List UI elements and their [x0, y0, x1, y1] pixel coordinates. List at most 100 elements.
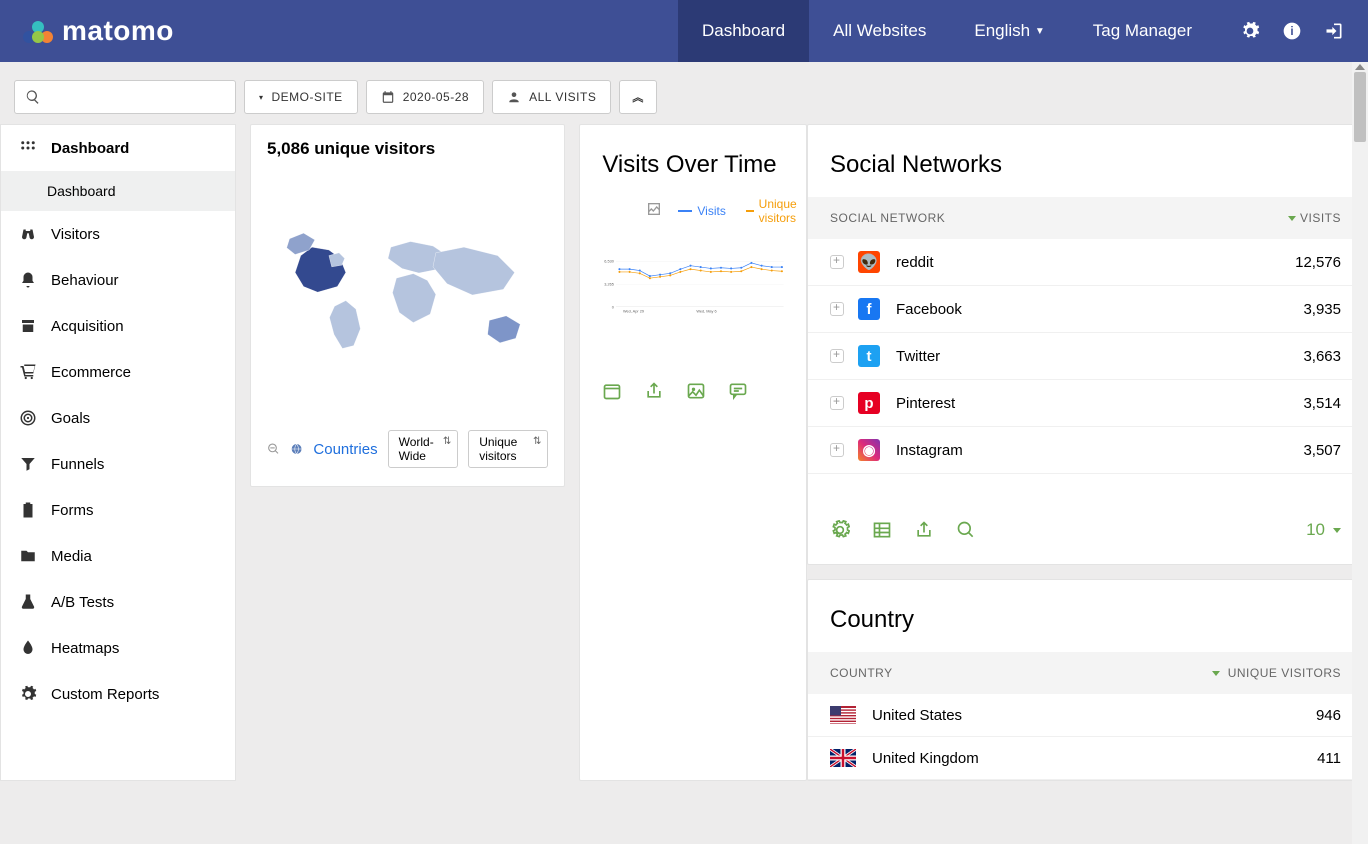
sidebar-label: Acquisition	[51, 318, 124, 335]
gear-icon[interactable]	[830, 520, 850, 540]
table-row[interactable]: United Kingdom411	[808, 737, 1363, 780]
countries-link[interactable]: Countries	[313, 441, 377, 458]
legend-unique: Unique visitors	[746, 197, 803, 225]
sidebar-item-abtests[interactable]: A/B Tests	[1, 579, 235, 625]
search-input[interactable]	[14, 80, 236, 114]
chart-config-icon[interactable]	[646, 201, 662, 217]
country-widget: Country COUNTRY UNIQUE VISITORS United S…	[807, 579, 1364, 781]
nav-language[interactable]: English ▼	[950, 0, 1068, 62]
visits-chart-title: Visits Over Time	[602, 151, 784, 179]
table-row[interactable]: fFacebook3,935	[808, 286, 1363, 333]
col-visits[interactable]: VISITS	[1288, 211, 1341, 225]
svg-text:Wed, Apr 29: Wed, Apr 29	[623, 310, 644, 314]
folder-icon	[19, 547, 37, 565]
table-row[interactable]: ◉Instagram3,507	[808, 427, 1363, 474]
expand-icon[interactable]	[830, 302, 844, 316]
map-widget: 5,086 unique visitors	[250, 124, 565, 487]
sidebar-sub-dashboard[interactable]: Dashboard	[1, 171, 235, 211]
row-value: 3,507	[1303, 442, 1341, 459]
segment-selector[interactable]: ALL VISITS	[492, 80, 611, 114]
metric-select[interactable]: Unique visitors	[468, 430, 548, 468]
main-layout: Dashboard Dashboard Visitors Behaviour A…	[0, 124, 1368, 781]
expand-icon[interactable]	[830, 349, 844, 363]
col-country[interactable]: COUNTRY	[830, 666, 893, 680]
sidebar-item-forms[interactable]: Forms	[1, 487, 235, 533]
expand-icon[interactable]	[830, 396, 844, 410]
clipboard-icon	[19, 501, 37, 519]
export-icon[interactable]	[644, 381, 664, 401]
site-selector[interactable]: ▾DEMO-SITE	[244, 80, 358, 114]
rows-per-page[interactable]: 10	[1306, 520, 1341, 540]
brand-logo[interactable]: matomo	[22, 15, 174, 47]
logout-icon[interactable]	[1324, 21, 1344, 41]
scrollbar[interactable]	[1352, 62, 1368, 844]
sidebar-item-acquisition[interactable]: Acquisition	[1, 303, 235, 349]
scroll-thumb[interactable]	[1354, 72, 1366, 142]
sidebar-label: Funnels	[51, 456, 104, 473]
map-footer: Countries World-Wide Unique visitors	[267, 430, 548, 468]
map-title: 5,086 unique visitors	[267, 139, 548, 159]
search-icon[interactable]	[956, 520, 976, 540]
sidebar-item-behaviour[interactable]: Behaviour	[1, 257, 235, 303]
annotation-icon[interactable]	[728, 381, 748, 401]
globe-icon[interactable]	[290, 440, 303, 458]
svg-text:0: 0	[612, 305, 614, 309]
date-selector[interactable]: 2020-05-28	[366, 80, 484, 114]
row-value: 12,576	[1295, 254, 1341, 271]
sidebar-item-dashboard[interactable]: Dashboard	[1, 125, 235, 171]
sidebar-item-goals[interactable]: Goals	[1, 395, 235, 441]
flag-icon	[830, 749, 856, 767]
export-icon[interactable]	[914, 520, 934, 540]
col-unique-visitors[interactable]: UNIQUE VISITORS	[1212, 666, 1341, 680]
table-icon[interactable]	[872, 520, 892, 540]
calendar-icon	[381, 90, 395, 104]
drop-icon	[19, 639, 37, 657]
beaker-icon	[19, 593, 37, 611]
nav-tag-manager[interactable]: Tag Manager	[1069, 0, 1216, 62]
sidebar-item-customreports[interactable]: Custom Reports	[1, 671, 235, 717]
sidebar-label: Media	[51, 548, 92, 565]
chevron-up-icon: ︽	[632, 89, 644, 105]
funnel-icon	[19, 455, 37, 473]
sidebar-label: Dashboard	[51, 140, 129, 157]
table-row[interactable]: 👽reddit12,576	[808, 239, 1363, 286]
sidebar-label: Goals	[51, 410, 90, 427]
row-value: 3,935	[1303, 301, 1341, 318]
caret-icon: ▾	[259, 93, 264, 102]
sidebar-item-visitors[interactable]: Visitors	[1, 211, 235, 257]
table-row[interactable]: pPinterest3,514	[808, 380, 1363, 427]
collapse-button[interactable]: ︽	[619, 80, 657, 114]
svg-text:i: i	[1290, 25, 1293, 38]
sidebar-item-media[interactable]: Media	[1, 533, 235, 579]
top-nav: Dashboard All Websites English ▼ Tag Man…	[678, 0, 1368, 62]
table-row[interactable]: tTwitter3,663	[808, 333, 1363, 380]
svg-text:Wed, May 6: Wed, May 6	[697, 310, 717, 314]
country-title: Country	[808, 580, 1363, 652]
social-icon: f	[858, 298, 880, 320]
info-icon[interactable]: i	[1282, 21, 1302, 41]
scroll-up-icon[interactable]	[1355, 64, 1365, 70]
calendar-icon[interactable]	[602, 381, 622, 401]
social-widget: Social Networks SOCIAL NETWORK VISITS 👽r…	[807, 124, 1364, 565]
sidebar-item-ecommerce[interactable]: Ecommerce	[1, 349, 235, 395]
sidebar-label: Heatmaps	[51, 640, 119, 657]
table-row[interactable]: United States946	[808, 694, 1363, 737]
visits-chart[interactable]: Visits Unique visitors 6,530 3,265 0 Wed…	[602, 199, 784, 369]
image-icon[interactable]	[686, 381, 706, 401]
col-social-network[interactable]: SOCIAL NETWORK	[830, 211, 945, 225]
row-value: 3,663	[1303, 348, 1341, 365]
expand-icon[interactable]	[830, 255, 844, 269]
gear-icon[interactable]	[1240, 21, 1260, 41]
nav-all-websites[interactable]: All Websites	[809, 0, 950, 62]
expand-icon[interactable]	[830, 443, 844, 457]
nav-dashboard[interactable]: Dashboard	[678, 0, 809, 62]
top-header: matomo Dashboard All Websites English ▼ …	[0, 0, 1368, 62]
row-label: Twitter	[896, 348, 940, 365]
sidebar-item-heatmaps[interactable]: Heatmaps	[1, 625, 235, 671]
world-map[interactable]	[267, 165, 548, 425]
sidebar-item-funnels[interactable]: Funnels	[1, 441, 235, 487]
segment-value: ALL VISITS	[529, 90, 596, 104]
zoom-out-icon[interactable]	[267, 440, 280, 458]
region-select[interactable]: World-Wide	[388, 430, 459, 468]
row-value: 411	[1317, 750, 1341, 767]
